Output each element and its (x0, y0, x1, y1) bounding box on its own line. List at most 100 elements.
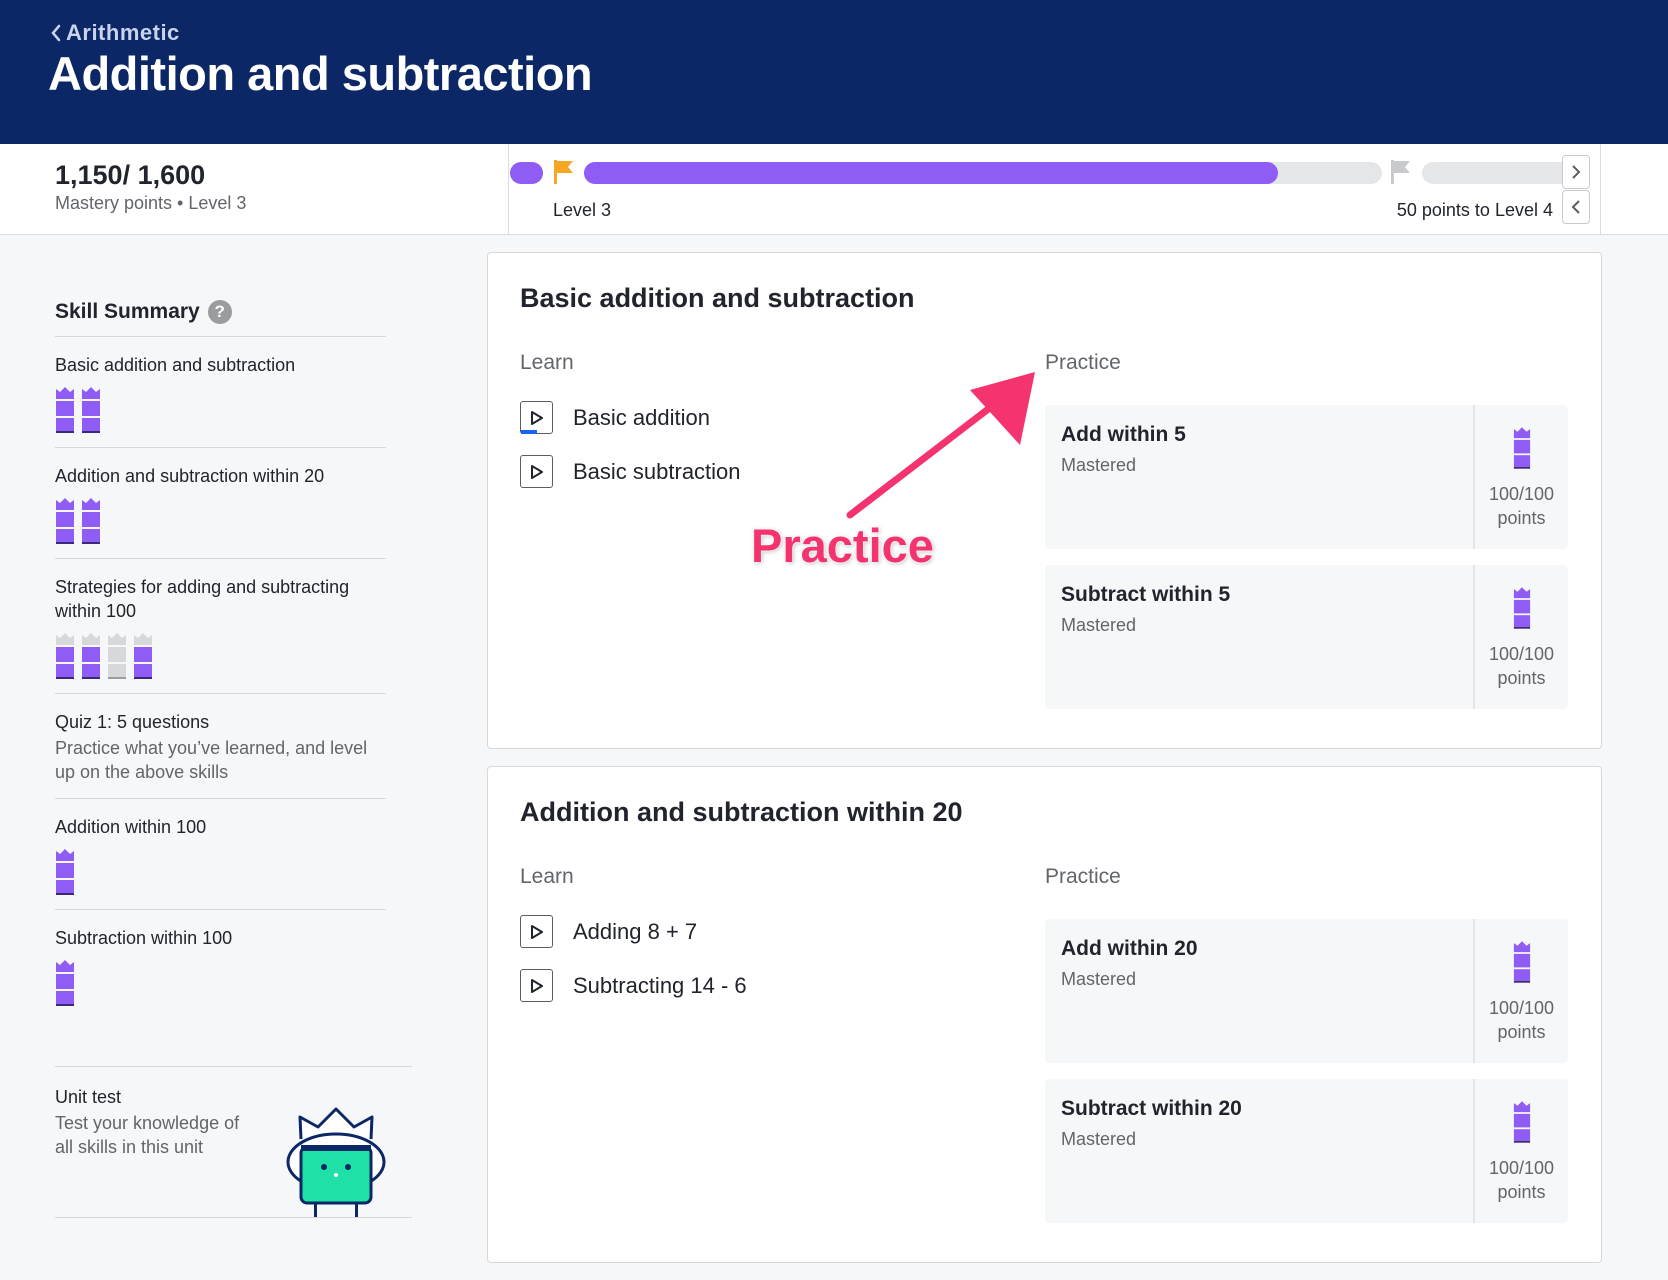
video-item[interactable]: Basic addition (520, 401, 710, 434)
exercise-points-panel: 100/100 points (1473, 565, 1568, 709)
mastered-tower-icon (1513, 1101, 1531, 1143)
video-progress (521, 430, 537, 434)
divider (1600, 144, 1601, 234)
skill-summary-item[interactable]: Subtraction within 100 (55, 909, 386, 1020)
video-title: Adding 8 + 7 (573, 918, 698, 944)
unit-test-mascot-icon (286, 1107, 386, 1217)
exercise-status: Mastered (1061, 969, 1137, 989)
exercise-points-panel: 100/100 points (1473, 1079, 1568, 1223)
exercise-status: Mastered (1061, 455, 1137, 475)
play-triangle-icon (531, 465, 543, 479)
practice-label: Practice (1045, 865, 1121, 888)
play-icon (520, 915, 553, 948)
video-item[interactable]: Subtracting 14 - 6 (520, 969, 747, 1002)
mastery-progress-bar: 1,150/ 1,600 Mastery points • Level 3 Le… (0, 144, 1668, 235)
video-title: Subtracting 14 - 6 (573, 972, 747, 998)
level-progress-track (584, 162, 1382, 184)
skill-summary-title: Skill Summary (55, 300, 200, 323)
play-triangle-icon (531, 925, 543, 939)
exercise-points-unit: points (1497, 508, 1546, 528)
level-4-flag-icon (1391, 160, 1410, 184)
previous-level-fill (510, 162, 543, 184)
level-3-flag-icon (554, 160, 573, 184)
scroll-right-button[interactable] (1562, 155, 1590, 189)
help-icon[interactable]: ? (207, 300, 232, 324)
skill-tower-empty-icon (107, 633, 127, 679)
video-item[interactable]: Basic subtraction (520, 455, 741, 488)
skill-tower-full-icon (81, 387, 101, 433)
exercise-points-unit: points (1497, 668, 1546, 688)
skill-tower-full-icon (55, 960, 75, 1006)
skill-tower-partial-icon (81, 633, 101, 679)
video-title: Basic addition (573, 404, 710, 430)
video-title: Basic subtraction (573, 458, 741, 484)
practice-exercise-card[interactable]: Subtract within 5 Mastered 100/100 points (1045, 565, 1568, 709)
mastered-tower-icon (1513, 587, 1531, 629)
skill-summary-item-title: Basic addition and subtraction (55, 355, 296, 375)
current-level-label: Level 3 (553, 200, 612, 220)
video-item[interactable]: Adding 8 + 7 (520, 915, 697, 948)
skill-summary-item-title: Quiz 1: 5 questions (55, 712, 210, 732)
learn-label: Learn (520, 351, 574, 374)
exercise-points-unit: points (1497, 1182, 1546, 1202)
exercise-points-value: 100/100 (1488, 998, 1555, 1018)
chevron-left-icon (51, 24, 61, 42)
play-icon (520, 401, 553, 434)
unit-test-description: Test your knowledge of all skills in thi… (55, 1113, 240, 1157)
mastery-towers (55, 849, 386, 895)
skill-summary-sidebar: Skill Summary ? Basic addition and subtr… (55, 280, 386, 1020)
breadcrumb[interactable]: Arithmetic (50, 20, 180, 46)
skill-summary-item[interactable]: Strategies for adding and subtracting wi… (55, 558, 386, 693)
skill-summary-heading: Skill Summary ? (55, 280, 386, 336)
skill-summary-item-title: Subtraction within 100 (55, 928, 233, 948)
skill-summary-item[interactable]: Addition within 100 (55, 798, 386, 909)
skill-tower-full-icon (55, 498, 75, 544)
mastery-towers (55, 633, 386, 679)
practice-exercise-card[interactable]: Add within 20 Mastered 100/100 points (1045, 919, 1568, 1063)
skill-tower-full-icon (81, 498, 101, 544)
section-title: Addition and subtraction within 20 (520, 797, 963, 827)
learn-label: Learn (520, 865, 574, 888)
lesson-section-card: Addition and subtraction within 20 Learn P… (487, 766, 1602, 1263)
skill-summary-item[interactable]: Basic addition and subtraction (55, 336, 386, 447)
page-title: Addition and subtraction (48, 47, 593, 100)
exercise-points-panel: 100/100 points (1473, 405, 1568, 549)
mastered-tower-icon (1513, 941, 1531, 983)
practice-exercise-card[interactable]: Subtract within 20 Mastered 100/100 points (1045, 1079, 1568, 1223)
play-icon (520, 455, 553, 488)
unit-test-item[interactable]: Unit test Test your knowledge of all ski… (55, 1066, 412, 1218)
skill-summary-item-title: Addition and subtraction within 20 (55, 466, 325, 486)
exercise-points: 100/100 points (1489, 482, 1554, 530)
play-triangle-icon (531, 411, 543, 425)
previous-level-track (510, 162, 543, 184)
exercise-points: 100/100 points (1489, 642, 1554, 690)
exercise-title: Subtract within 5 (1061, 583, 1231, 606)
mastery-towers (55, 960, 386, 1006)
scroll-left-button[interactable] (1562, 190, 1590, 224)
exercise-status: Mastered (1061, 1129, 1137, 1149)
exercise-points-value: 100/100 (1488, 1158, 1555, 1178)
mastery-points-value: 1,150/ 1,600 (55, 160, 206, 190)
exercise-points-unit: points (1497, 1022, 1546, 1042)
practice-exercise-card[interactable]: Add within 5 Mastered 100/100 points (1045, 405, 1568, 549)
exercise-points-value: 100/100 (1488, 484, 1555, 504)
unit-test-title: Unit test (55, 1087, 122, 1107)
exercise-title: Subtract within 20 (1061, 1097, 1242, 1120)
mastery-points-label: Mastery points • Level 3 (55, 193, 247, 213)
mastered-tower-icon (1513, 427, 1531, 469)
skill-tower-partial-icon (133, 633, 153, 679)
skill-summary-item[interactable]: Quiz 1: 5 questions Practice what you’ve … (55, 693, 386, 798)
mastery-towers (55, 387, 386, 433)
annotation-label: Practice (751, 519, 934, 572)
unit-header: Arithmetic Addition and subtraction (0, 0, 1668, 144)
skill-summary-list: Basic addition and subtraction Addition a… (55, 336, 386, 1020)
skill-tower-full-icon (55, 387, 75, 433)
skill-summary-item[interactable]: Addition and subtraction within 20 (55, 447, 386, 558)
skill-tower-partial-icon (55, 633, 75, 679)
exercise-points-panel: 100/100 points (1473, 919, 1568, 1063)
mastery-towers (55, 498, 386, 544)
section-title: Basic addition and subtraction (520, 283, 915, 313)
exercise-points: 100/100 points (1489, 1156, 1554, 1204)
mastery-summary: 1,150/ 1,600 Mastery points • Level 3 (0, 144, 509, 234)
practice-label: Practice (1045, 351, 1121, 374)
